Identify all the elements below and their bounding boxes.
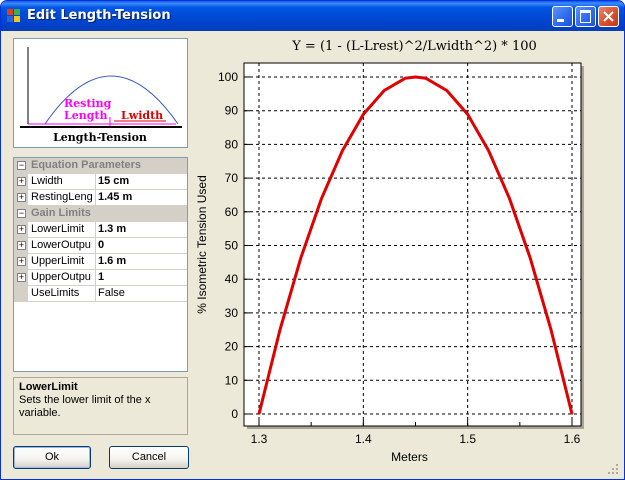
data-point (508, 197, 511, 200)
x-tick-label: 1.3 (251, 432, 268, 446)
data-point (414, 76, 417, 78)
property-grid[interactable]: − Equation Parameters + Lwidth 15 cm + R… (13, 157, 188, 372)
window-title: Edit Length-Tension (27, 8, 171, 23)
dialog-body: Resting Length Lwidth Length-Tension − E… (4, 31, 621, 477)
minimize-icon (557, 19, 564, 22)
minimize-button[interactable] (552, 6, 573, 27)
property-name: LowerOutpu (31, 239, 91, 251)
property-value[interactable]: 1.6 m (98, 255, 126, 267)
preview-caption: Length-Tension (53, 131, 147, 144)
property-row-lwidth[interactable]: + Lwidth 15 cm (14, 174, 187, 190)
expand-icon[interactable]: + (17, 177, 26, 186)
category-label: Gain Limits (31, 207, 91, 219)
x-axis-label: Meters (391, 450, 428, 464)
preview-length-label: Length (64, 109, 108, 122)
x-tick-label: 1.4 (355, 432, 372, 446)
data-point (299, 257, 302, 260)
y-tick-label: 80 (225, 137, 239, 151)
property-value[interactable]: False (98, 287, 125, 299)
y-tick-label: 60 (225, 205, 239, 219)
category-label: Equation Parameters (31, 159, 142, 171)
data-point (571, 413, 573, 415)
property-name: LowerLimit (31, 223, 85, 235)
y-tick-label: 0 (231, 407, 238, 421)
expand-icon[interactable]: + (17, 225, 26, 234)
property-name: Lwidth (31, 175, 63, 187)
property-value[interactable]: 15 cm (98, 175, 129, 187)
expand-icon[interactable]: + (17, 273, 26, 282)
expand-icon[interactable]: + (17, 241, 26, 250)
ok-button[interactable]: Ok (13, 446, 91, 469)
app-icon (7, 9, 21, 23)
property-row-uselimits[interactable]: UseLimits False (14, 286, 187, 302)
y-tick-label: 100 (218, 70, 238, 84)
expand-icon[interactable]: + (17, 193, 26, 202)
close-icon (603, 11, 614, 22)
preview-lwidth-label: Lwidth (121, 109, 163, 122)
data-point (550, 329, 552, 331)
maximize-button[interactable] (575, 6, 596, 27)
preview-diagram: Resting Length Lwidth Length-Tension (20, 47, 182, 144)
collapse-icon[interactable]: − (17, 161, 26, 170)
property-value[interactable]: 1.3 m (98, 223, 126, 235)
property-row-upperlimit[interactable]: + UpperLimit 1.6 m (14, 254, 187, 270)
property-description-panel: LowerLimit Sets the lower limit of the x… (13, 377, 188, 435)
data-point (446, 89, 448, 92)
data-point (341, 149, 344, 152)
category-gain-limits[interactable]: − Gain Limits (14, 206, 187, 222)
close-button[interactable] (598, 6, 619, 27)
property-value[interactable]: 1 (98, 271, 104, 283)
dialog-window: Edit Length-Tension Resting Length Lwidt… (0, 0, 625, 480)
data-point (466, 113, 469, 116)
data-point (279, 329, 281, 331)
property-name: UseLimits (31, 287, 80, 299)
expand-icon[interactable]: + (17, 257, 26, 266)
maximize-icon (580, 10, 591, 23)
property-name: UpperLimit (31, 255, 85, 267)
data-point (404, 77, 406, 80)
resize-grip-icon[interactable] (607, 463, 619, 475)
property-name: RestingLeng (31, 191, 93, 203)
x-tick-label: 1.5 (459, 432, 476, 446)
y-tick-label: 90 (225, 104, 239, 118)
y-tick-label: 70 (225, 171, 239, 185)
y-tick-label: 10 (225, 373, 239, 387)
property-row-restinglength[interactable]: + RestingLeng 1.45 m (14, 190, 187, 206)
data-point (362, 113, 365, 116)
collapse-icon[interactable]: − (17, 209, 26, 218)
property-value[interactable]: 0 (98, 239, 104, 251)
y-tick-label: 50 (225, 239, 239, 253)
description-title: LowerLimit (19, 381, 78, 393)
data-point (258, 413, 260, 415)
data-point (487, 149, 490, 152)
category-equation-parameters[interactable]: − Equation Parameters (14, 158, 187, 174)
title-bar[interactable]: Edit Length-Tension (1, 1, 624, 31)
y-tick-label: 30 (225, 306, 239, 320)
property-row-upperoutput[interactable]: + UpperOutpu 1 (14, 270, 187, 286)
length-tension-preview: Resting Length Lwidth Length-Tension (13, 38, 188, 148)
chart-title: Y = (1 - (L-Lrest)^2/Lwidth^2) * 100 (291, 39, 537, 54)
property-row-loweroutput[interactable]: + LowerOutpu 0 (14, 238, 187, 254)
property-value[interactable]: 1.45 m (98, 191, 132, 203)
y-tick-label: 40 (225, 272, 239, 286)
length-tension-chart: 0 10 20 30 40 50 60 70 80 90 100 1.3 1.4 1.5 1.6 Y = (1… (195, 39, 584, 464)
y-axis-label: % Isometric Tension Used (195, 175, 209, 314)
data-point (320, 197, 323, 200)
plot-area (243, 62, 582, 427)
data-point (425, 77, 427, 80)
y-tick-label: 20 (225, 340, 239, 354)
data-point (529, 257, 532, 260)
x-tick-label: 1.6 (564, 432, 581, 446)
data-point (383, 89, 385, 92)
cancel-button[interactable]: Cancel (109, 446, 189, 469)
property-row-lowerlimit[interactable]: + LowerLimit 1.3 m (14, 222, 187, 238)
description-text: Sets the lower limit of the x variable. (19, 394, 151, 419)
property-name: UpperOutpu (31, 271, 91, 283)
